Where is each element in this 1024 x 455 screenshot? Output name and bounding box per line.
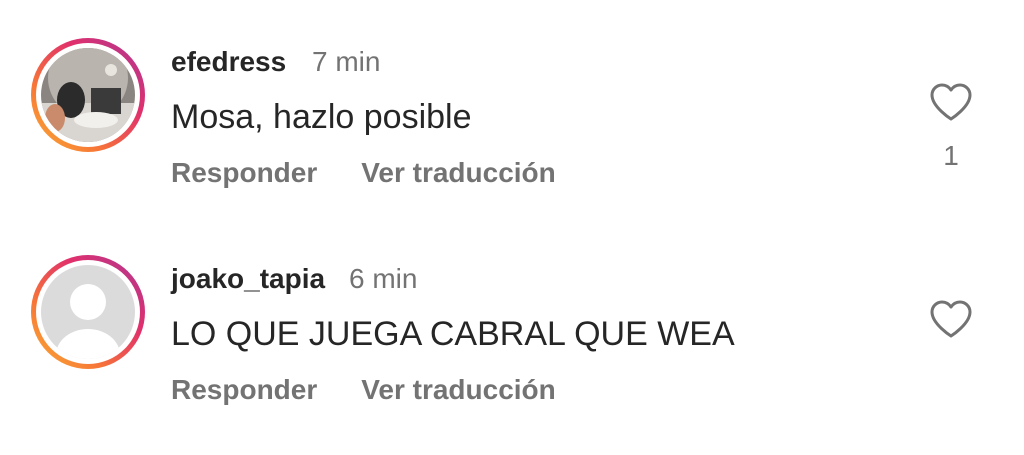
comment-actions: Responder Ver traducción bbox=[171, 374, 556, 406]
avatar-story-ring[interactable] bbox=[31, 255, 145, 369]
comment-actions: Responder Ver traducción bbox=[171, 157, 556, 189]
avatar bbox=[41, 48, 135, 142]
comment-username[interactable]: joako_tapia bbox=[171, 263, 325, 295]
avatar-story-ring[interactable] bbox=[31, 38, 145, 152]
comment-time: 6 min bbox=[349, 263, 418, 294]
default-avatar-icon bbox=[41, 265, 135, 359]
comment-item: efedress 7 min Mosa, hazlo posible Respo… bbox=[0, 38, 1024, 238]
like-count: 1 bbox=[943, 140, 959, 171]
see-translation-button[interactable]: Ver traducción bbox=[361, 374, 556, 406]
comment-text: LO QUE JUEGA CABRAL QUE WEA bbox=[171, 315, 735, 353]
reply-button[interactable]: Responder bbox=[171, 374, 317, 406]
heart-outline-icon[interactable] bbox=[929, 82, 973, 122]
reply-button[interactable]: Responder bbox=[171, 157, 317, 189]
avatar-photo bbox=[41, 48, 135, 142]
comment-text: Mosa, hazlo posible bbox=[171, 98, 472, 136]
heart-outline-icon[interactable] bbox=[929, 299, 973, 339]
see-translation-button[interactable]: Ver traducción bbox=[361, 157, 556, 189]
avatar bbox=[41, 265, 135, 359]
comment-item: joako_tapia 6 min LO QUE JUEGA CABRAL QU… bbox=[0, 255, 1024, 455]
comment-username[interactable]: efedress bbox=[171, 46, 286, 78]
comment-time: 7 min bbox=[312, 46, 381, 77]
